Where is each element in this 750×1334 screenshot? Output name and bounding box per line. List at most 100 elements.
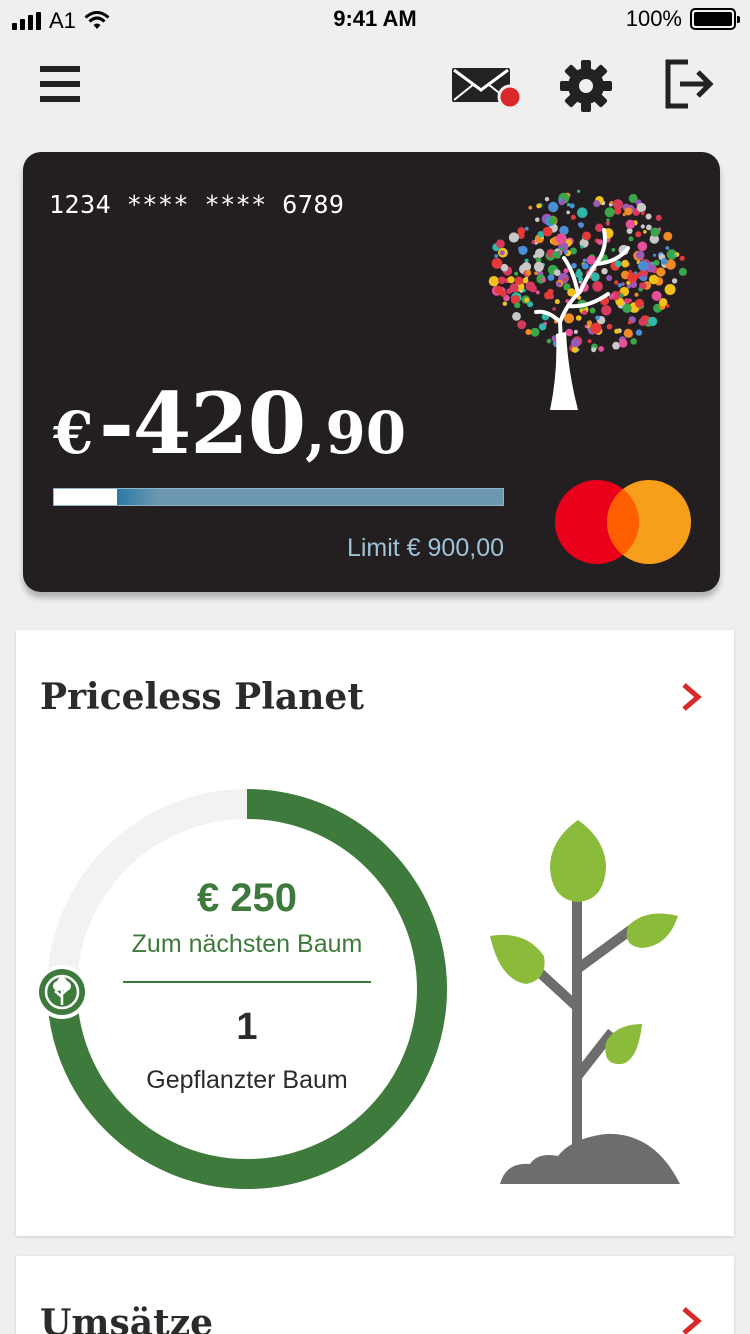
status-right: 100%	[625, 6, 740, 32]
tree-logo-dot	[566, 203, 571, 207]
tree-logo-dot	[577, 207, 588, 218]
tree-logo-dot	[546, 338, 552, 344]
tree-logo-dot	[641, 273, 646, 278]
tree-logo-dot	[559, 247, 564, 251]
gear-icon[interactable]	[558, 58, 614, 114]
tree-logo-dot	[554, 252, 561, 259]
tree-logo-dot	[535, 217, 540, 222]
trees-planted-count: 1	[236, 1006, 258, 1048]
tree-logo-dot	[653, 253, 657, 257]
limit-marker	[116, 489, 157, 505]
tree-logo-dot	[671, 278, 678, 284]
tree-logo-dot	[655, 214, 662, 221]
card-number: 1234 **** **** 6789	[49, 190, 345, 219]
chevron-right-icon[interactable]	[678, 1306, 704, 1334]
tree-logo-dot	[514, 271, 519, 276]
tree-logo-dot	[659, 298, 668, 307]
tree-logo-dot	[591, 347, 597, 353]
tree-logo-dot	[665, 246, 670, 250]
tree-logo-dot	[624, 207, 633, 216]
tree-logo-dot	[552, 307, 556, 311]
tree-logo-dot	[673, 254, 677, 257]
tree-logo-dot	[502, 301, 507, 306]
tree-logo-dot	[509, 283, 519, 293]
tree-logo-dot	[619, 293, 624, 298]
menu-icon[interactable]	[40, 64, 80, 104]
tree-logo-dot	[628, 236, 634, 242]
chevron-right-icon[interactable]	[678, 682, 704, 712]
unread-badge	[497, 84, 522, 110]
tree-logo-dot	[609, 201, 613, 205]
tree-logo-dot	[563, 313, 575, 324]
tree-logo-dot	[590, 322, 602, 334]
tree-logo-dot	[646, 224, 652, 231]
battery-percent: 100%	[625, 6, 682, 31]
tree-logo-dot	[593, 200, 601, 208]
tree-logo-dot	[565, 328, 573, 337]
divider	[123, 981, 371, 983]
tree-logo-dot	[563, 268, 569, 274]
status-bar: A1 9:41 AM 100%	[0, 0, 750, 40]
tree-logo-dot	[525, 269, 532, 276]
panel-title: Umsätze	[40, 1302, 214, 1334]
tree-logo-dot	[488, 276, 500, 287]
tree-logo-dot	[499, 250, 505, 256]
mail-icon[interactable]	[450, 62, 522, 110]
tree-logo-dot	[623, 328, 633, 338]
tree-logo-dot	[621, 282, 625, 286]
tree-logo-dot	[531, 240, 536, 244]
amount-to-next-tree: € 250	[196, 876, 298, 920]
tree-logo-dot	[601, 305, 612, 316]
tree-logo-dot	[527, 301, 534, 308]
plant-illustration	[490, 820, 680, 1184]
tree-logo-dot	[618, 339, 628, 348]
tree-logo-dot	[525, 329, 532, 335]
card-balance: € -420,90	[53, 374, 406, 473]
battery-icon	[690, 8, 740, 30]
tree-logo-dot	[640, 224, 645, 229]
tree-logo-dot	[679, 255, 685, 261]
tree-logo-dot	[635, 250, 645, 260]
tree-logo-dot	[612, 199, 624, 210]
tree-logo-dot	[556, 281, 562, 287]
tree-logo-dot	[514, 276, 524, 285]
tree-logo-dot	[582, 231, 591, 241]
transactions-panel[interactable]: Umsätze	[16, 1256, 734, 1334]
tree-logo-dot	[580, 245, 584, 249]
tree-logo-dot	[586, 320, 593, 326]
tree-logo-dot	[606, 323, 613, 330]
tree-logo-dot	[566, 210, 571, 215]
tree-logo-dot	[547, 274, 555, 281]
tree-logo-dot	[647, 316, 658, 327]
tree-logo-dot	[534, 271, 538, 275]
balance-decimal: ,90	[305, 399, 407, 467]
credit-card[interactable]: 1234 **** **** 6789 € -420,90 Limit € 90…	[23, 152, 720, 592]
tree-logo-dot	[638, 318, 647, 326]
logout-icon[interactable]	[664, 58, 716, 110]
tree-logo-dot	[636, 202, 647, 213]
tree-logo-dot	[558, 197, 562, 202]
tree-logo-dot	[535, 248, 545, 258]
tree-logo-dot	[524, 258, 529, 263]
tree-logo-dot	[512, 312, 521, 321]
tree-logo-dot	[569, 203, 575, 209]
tree-icon	[35, 965, 89, 1019]
tree-logo-dot	[614, 328, 620, 334]
priceless-planet-panel[interactable]: Priceless Planet € 250 Zum nächsten Baum…	[16, 630, 734, 1236]
tree-logo-dot	[553, 269, 561, 276]
tree-logo-dot	[650, 227, 660, 237]
tree-logo-dot	[589, 307, 596, 314]
tree-logo-dot	[656, 267, 666, 277]
tree-logo-dot	[625, 219, 635, 229]
tree-logo-dot	[581, 262, 589, 270]
balance-main: -420	[98, 374, 306, 473]
balance-currency: €	[53, 399, 94, 467]
tree-logo-dot	[645, 213, 652, 220]
tree-logo-dot	[517, 227, 526, 235]
tree-logo-dot	[544, 196, 550, 202]
tree-logo-dot	[651, 290, 662, 301]
tree-logo-dot	[635, 231, 642, 238]
tree-logo-dot	[614, 260, 622, 268]
limit-used-fill	[54, 489, 117, 505]
tree-logo-dot	[611, 248, 616, 252]
